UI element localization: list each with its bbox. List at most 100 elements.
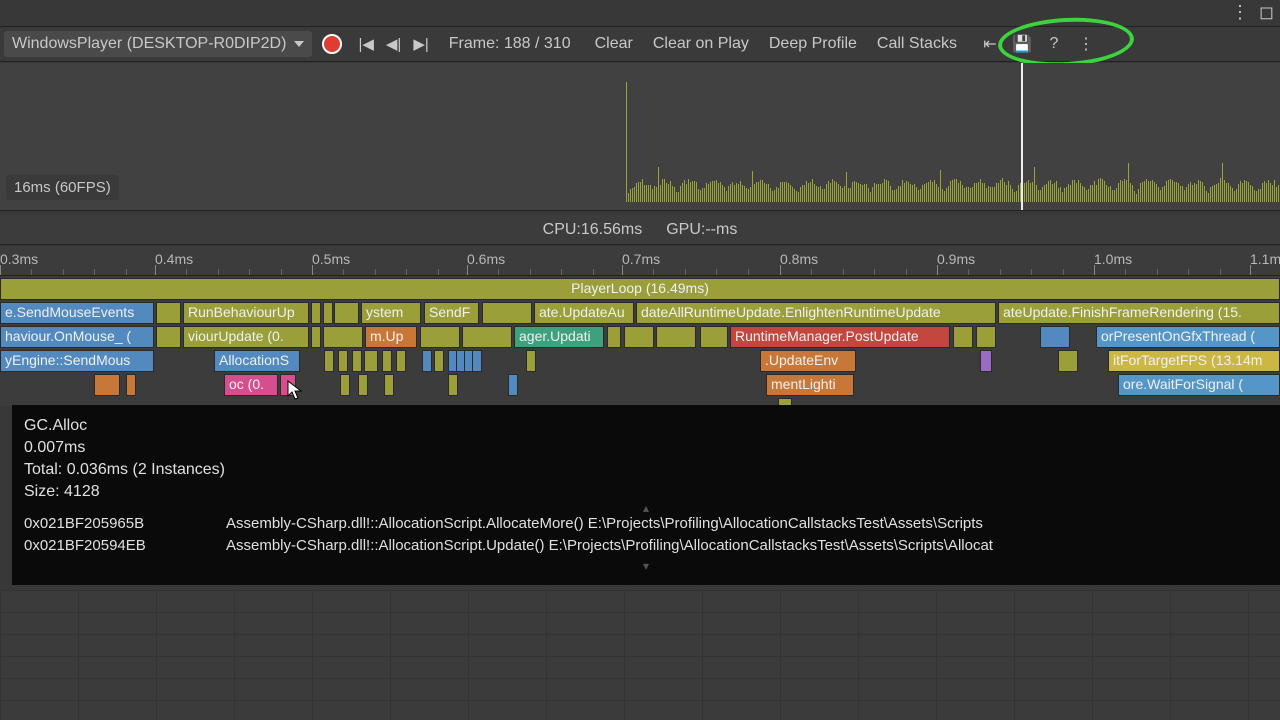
timeline-block[interactable] [1058, 350, 1078, 372]
profiler-toolbar: WindowsPlayer (DESKTOP-R0DIP2D) |◀ ◀| ▶|… [0, 26, 1280, 62]
frame-indicator: Frame: 188 / 310 [449, 35, 571, 53]
timeline-block[interactable] [334, 302, 359, 324]
frame-overview[interactable]: 16ms (60FPS) [0, 63, 1280, 211]
timeline-block[interactable] [126, 374, 136, 396]
timeline-block[interactable] [352, 350, 362, 372]
timeline-block[interactable] [422, 350, 432, 372]
overview-cursor [1021, 63, 1023, 210]
timeline-block[interactable] [382, 350, 392, 372]
timeline-block[interactable] [156, 302, 181, 324]
timeline-block[interactable] [624, 326, 654, 348]
timeline-block[interactable] [448, 374, 458, 396]
timeline-block[interactable]: e.SendMouseEvents [0, 302, 154, 324]
ruler-tick-label: 0.8ms [780, 251, 818, 267]
frame-prev-button[interactable]: ◀| [380, 31, 407, 57]
menu-icon[interactable]: ⋮ [1073, 31, 1099, 57]
timeline-block[interactable] [420, 326, 460, 348]
timeline-view[interactable]: PlayerLoop (16.49ms)e.SendMouseEvents Run… [0, 276, 1280, 406]
timeline-block[interactable]: haviour.OnMouse_ ( [0, 326, 154, 348]
gpu-time: GPU:--ms [666, 221, 737, 239]
timeline-block[interactable]: .UpdateEnv [760, 350, 856, 372]
timeline-block[interactable]: mentLighti [766, 374, 854, 396]
timeline-block[interactable] [434, 350, 444, 372]
timeline-block[interactable] [323, 326, 363, 348]
call-stacks-button[interactable]: Call Stacks [869, 31, 965, 57]
callstack-symbol: Assembly-CSharp.dll!::AllocationScript.U… [226, 535, 993, 557]
timeline-block[interactable]: orPresentOnGfxThread ( [1096, 326, 1280, 348]
ruler-tick-label: 0.3ms [0, 251, 38, 267]
ruler-tick-label: 1.0ms [1094, 251, 1132, 267]
kebab-icon[interactable]: ⋮ [1231, 2, 1249, 23]
timeline-block[interactable] [508, 374, 518, 396]
timeline-block[interactable]: SendF [424, 302, 479, 324]
timeline-block[interactable] [980, 350, 992, 372]
timeline-block[interactable]: oc (0. [224, 374, 278, 396]
record-button[interactable] [322, 34, 342, 54]
frame-first-button[interactable]: |◀ [352, 31, 379, 57]
timeline-block[interactable]: viourUpdate (0. [183, 326, 309, 348]
timeline-block[interactable]: ate.UpdateAu [534, 302, 634, 324]
timeline-block[interactable]: itForTargetFPS (13.14m [1108, 350, 1280, 372]
dropdown-arrow-icon [294, 41, 304, 47]
timeline-block[interactable] [358, 374, 368, 396]
timeline-block[interactable] [482, 302, 532, 324]
timeline-block[interactable] [384, 374, 394, 396]
callstack-address: 0x021BF205965B [24, 513, 186, 535]
timeline-block[interactable] [338, 350, 348, 372]
timeline-block[interactable] [953, 326, 973, 348]
timeline-block[interactable] [1040, 326, 1070, 348]
deep-profile-button[interactable]: Deep Profile [761, 31, 865, 57]
expand-down-icon[interactable]: ▾ [24, 561, 1268, 571]
timeline-block[interactable] [976, 326, 996, 348]
timeline-block[interactable] [280, 374, 296, 396]
timeline-block[interactable] [311, 302, 321, 324]
timeline-block[interactable] [364, 350, 378, 372]
clear-button[interactable]: Clear [587, 31, 641, 57]
selection-tooltip: GC.Alloc 0.007ms Total: 0.036ms (2 Insta… [12, 405, 1280, 585]
time-ruler[interactable]: 0.3ms0.4ms0.5ms0.6ms0.7ms0.8ms0.9ms1.0ms… [0, 246, 1280, 276]
cpu-time: CPU:16.56ms [543, 221, 643, 239]
clear-on-play-button[interactable]: Clear on Play [645, 31, 757, 57]
ruler-tick-label: 0.5ms [312, 251, 350, 267]
callstack-address: 0x021BF20594EB [24, 535, 186, 557]
timeline-block[interactable]: ager.Updati [514, 326, 604, 348]
timeline-block[interactable] [323, 302, 333, 324]
target-selector[interactable]: WindowsPlayer (DESKTOP-R0DIP2D) [4, 31, 312, 57]
timeline-block[interactable]: RuntimeManager.PostUpdate [730, 326, 950, 348]
timeline-block[interactable] [94, 374, 120, 396]
timeline-block[interactable]: dateAllRuntimeUpdate.EnlightenRuntimeUpd… [636, 302, 996, 324]
maximize-icon[interactable]: ◻ [1259, 2, 1274, 23]
load-icon[interactable]: ⇤ [977, 31, 1003, 57]
timeline-block[interactable] [656, 326, 696, 348]
help-icon[interactable]: ? [1041, 31, 1067, 57]
expand-up-icon[interactable]: ▴ [24, 503, 1268, 513]
timeline-block[interactable] [607, 326, 621, 348]
callstack-row[interactable]: 0x021BF205965B Assembly-CSharp.dll!::Allo… [24, 513, 1268, 535]
timeline-block[interactable]: ystem [361, 302, 421, 324]
timeline-block[interactable] [396, 350, 406, 372]
callstack-symbol: Assembly-CSharp.dll!::AllocationScript.A… [226, 513, 983, 535]
timeline-block[interactable]: m.Up [365, 326, 417, 348]
timeline-block[interactable] [156, 326, 181, 348]
callstack-row[interactable]: 0x021BF20594EB Assembly-CSharp.dll!::Allo… [24, 535, 1268, 557]
timeline-block[interactable] [324, 350, 334, 372]
tooltip-self-time: 0.007ms [24, 437, 1268, 459]
timeline-block[interactable]: AllocationS [214, 350, 300, 372]
timeline-block[interactable] [700, 326, 728, 348]
timeline-block[interactable] [340, 374, 350, 396]
save-icon[interactable]: 💾 [1009, 31, 1035, 57]
frame-next-button[interactable]: ▶| [407, 31, 434, 57]
timeline-block[interactable]: RunBehaviourUp [183, 302, 309, 324]
ruler-tick-label: 0.4ms [155, 251, 193, 267]
timeline-block[interactable] [462, 326, 512, 348]
tooltip-size: Size: 4128 [24, 481, 1268, 503]
playerloop-block[interactable]: PlayerLoop (16.49ms) [0, 278, 1280, 300]
timeline-block[interactable]: ateUpdate.FinishFrameRendering (15. [998, 302, 1280, 324]
timeline-block[interactable]: yEngine::SendMous [0, 350, 154, 372]
ruler-tick-label: 0.9ms [937, 251, 975, 267]
timeline-block[interactable] [472, 350, 482, 372]
timeline-block[interactable]: ore.WaitForSignal ( [1118, 374, 1280, 396]
timeline-block[interactable] [526, 350, 536, 372]
timeline-block[interactable] [311, 326, 321, 348]
cpu-gpu-stats: CPU:16.56ms GPU:--ms [0, 215, 1280, 245]
